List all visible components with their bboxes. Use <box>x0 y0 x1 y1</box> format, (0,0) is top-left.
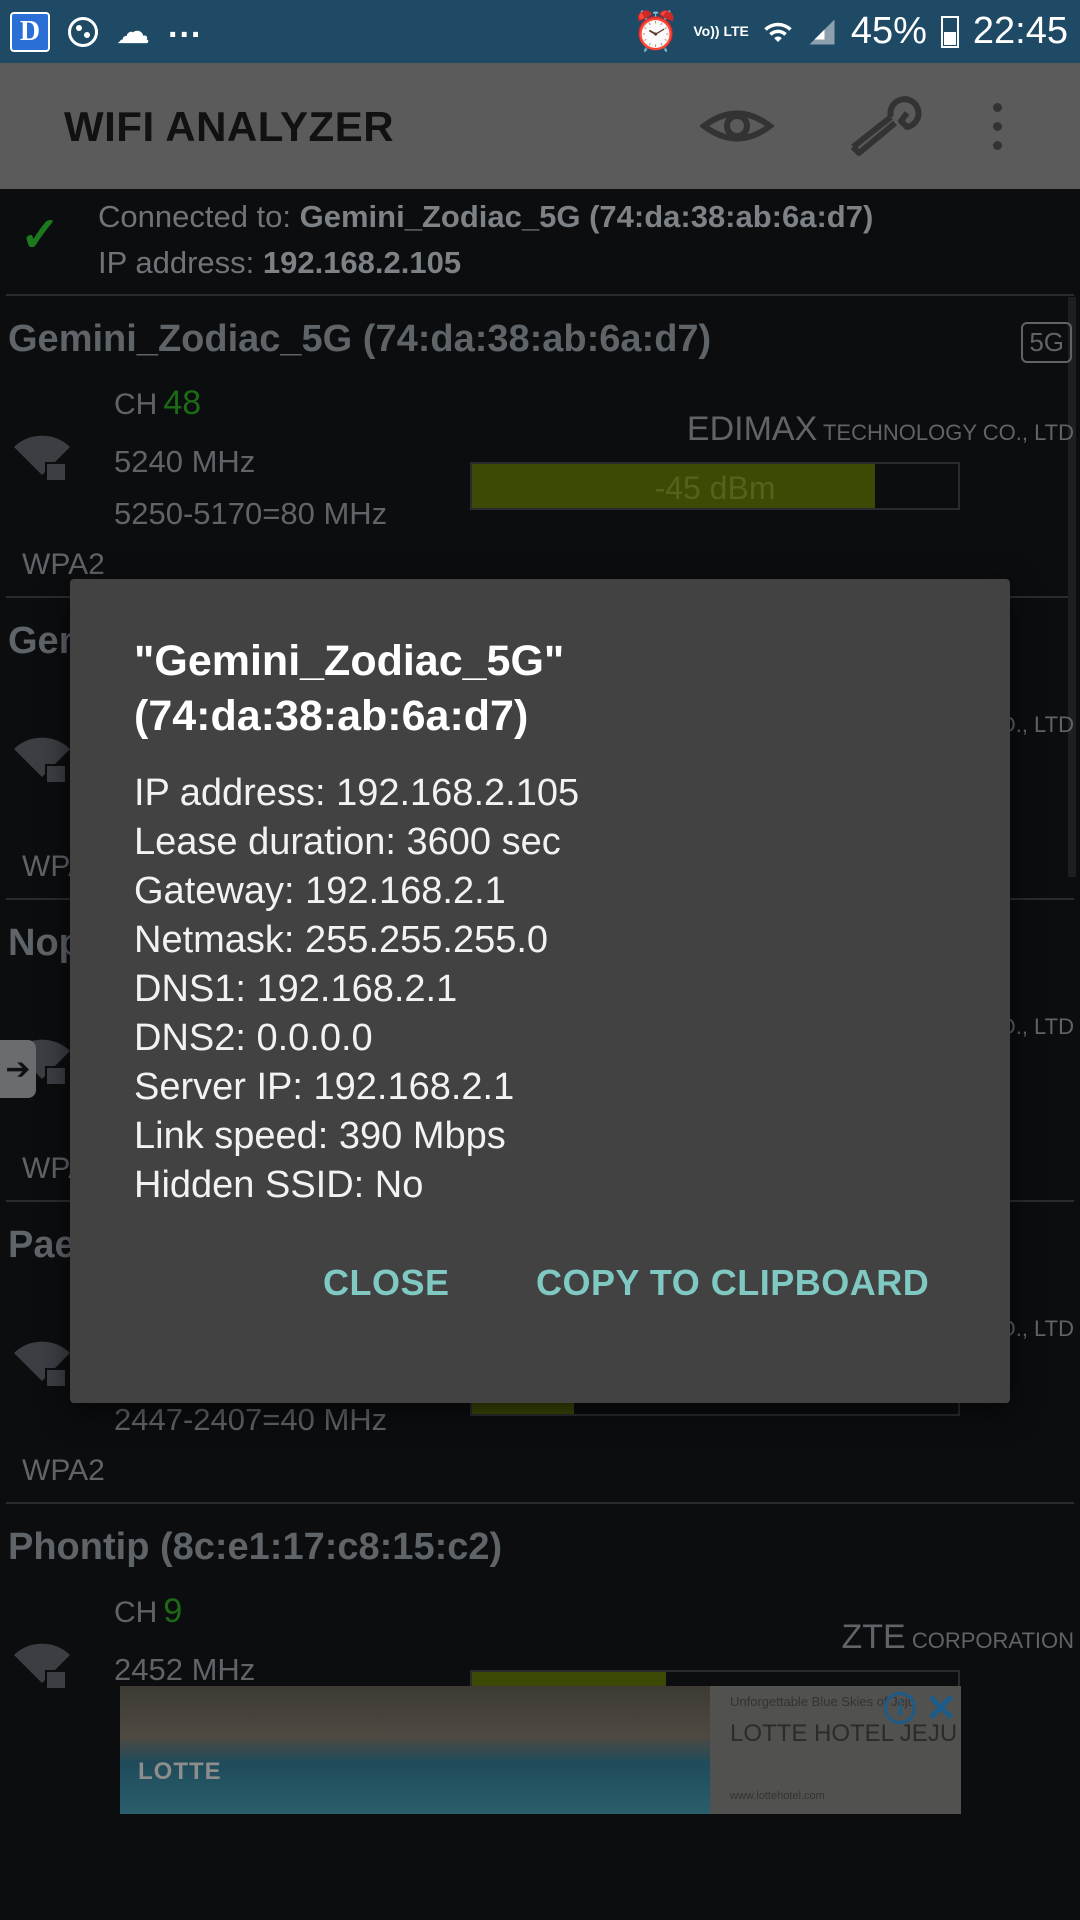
close-button[interactable]: CLOSE <box>323 1262 450 1304</box>
more-notifications: ... <box>168 7 203 45</box>
frequency: 2452 MHz <box>114 1652 256 1687</box>
security-type: WPA2 <box>22 1454 105 1487</box>
ch-label: CH <box>114 388 158 421</box>
ip-value: 192.168.2.105 <box>262 245 462 280</box>
dialog-details: IP address: 192.168.2.105 Lease duration… <box>134 769 579 1210</box>
close-icon[interactable]: ✕ <box>925 1686 957 1731</box>
connected-label: Connected to: <box>98 199 300 234</box>
ad-url: www.lottehotel.com <box>730 1790 825 1802</box>
detail-dns2: DNS2: 0.0.0.0 <box>134 1017 373 1059</box>
app-toolbar: WIFI ANALYZER <box>0 63 1080 189</box>
status-bar: D ☁ ... ⏰ Vo)) LTE 45% 22:45 <box>0 0 1080 63</box>
ap-title: Phontip (8c:e1:17:c8:15:c2) <box>8 1526 503 1568</box>
access-point-row[interactable]: Gemini_Zodiac_5G (74:da:38:ab:6a:d7) 5G … <box>0 296 1080 596</box>
volte-icon: Vo)) LTE <box>693 23 749 39</box>
detail-ip-address: IP address: 192.168.2.105 <box>134 772 580 814</box>
ad-title: LOTTE HOTEL JEJU <box>730 1720 958 1747</box>
connection-summary: ✓ Connected to: Gemini_Zodiac_5G (74:da:… <box>0 189 1080 294</box>
connected-check-icon: ✓ <box>20 209 61 262</box>
ad-hotel-image <box>120 1686 710 1814</box>
wifi-status-icon <box>764 22 792 42</box>
game-notification-icon <box>68 16 98 47</box>
wrench-icon[interactable] <box>845 93 925 159</box>
share-handle-icon[interactable]: ➔ <box>0 1040 36 1098</box>
overflow-menu-icon[interactable] <box>985 93 1009 159</box>
alarm-icon: ⏰ <box>632 10 680 53</box>
connected-ssid: Gemini_Zodiac_5G (74:da:38:ab:6a:d7) <box>299 199 874 234</box>
cloud-icon: ☁ <box>116 12 150 51</box>
clock: 22:45 <box>972 10 1068 52</box>
ip-label: IP address: <box>98 245 263 280</box>
detail-hidden-ssid: Hidden SSID: No <box>134 1164 424 1206</box>
channel-number: 48 <box>163 384 202 422</box>
ad-banner[interactable]: LOTTE Unforgettable Blue Skies of Jeju L… <box>120 1686 961 1814</box>
detail-dns1: DNS1: 192.168.2.1 <box>134 968 458 1010</box>
detail-server-ip: Server IP: 192.168.2.1 <box>134 1066 515 1108</box>
channel-number: 9 <box>163 1592 183 1630</box>
detail-gateway: Gateway: 192.168.2.1 <box>134 870 506 912</box>
detail-link-speed: Link speed: 390 Mbps <box>134 1115 506 1157</box>
detail-netmask: Netmask: 255.255.255.0 <box>134 919 549 961</box>
signal-bar: -45 dBm <box>470 462 960 510</box>
copy-to-clipboard-button[interactable]: COPY TO CLIPBOARD <box>536 1262 929 1304</box>
frequency: 5240 MHz <box>114 444 256 479</box>
detail-lease-duration: Lease duration: 3600 sec <box>134 821 561 863</box>
wifi-lock-icon <box>14 1643 70 1690</box>
connection-details-dialog: "Gemini_Zodiac_5G"(74:da:38:ab:6a:d7) IP… <box>70 579 1010 1403</box>
battery-percent: 45% <box>850 10 927 52</box>
signal-strength: -45 dBm <box>654 470 776 506</box>
cell-signal-icon <box>809 19 835 44</box>
ap-title: Pae <box>8 1224 76 1266</box>
ch-label: CH <box>114 1596 158 1629</box>
dialog-title: "Gemini_Zodiac_5G"(74:da:38:ab:6a:d7) <box>134 637 565 740</box>
ap-title: Gemini_Zodiac_5G (74:da:38:ab:6a:d7) <box>8 318 712 360</box>
eye-icon[interactable] <box>700 93 774 159</box>
vendor: EDIMAX TECHNOLOGY CO., LTD <box>686 410 1074 448</box>
app-notification-icon: D <box>10 11 50 52</box>
info-icon[interactable]: i <box>884 1692 916 1724</box>
band-badge: 5G <box>1021 322 1072 363</box>
wifi-lock-icon <box>14 1341 70 1388</box>
ad-logo: LOTTE <box>138 1758 222 1785</box>
security-type: WPA2 <box>22 548 105 581</box>
wifi-lock-icon <box>14 737 70 784</box>
app-title: WIFI ANALYZER <box>64 103 395 150</box>
battery-icon <box>940 15 959 48</box>
wifi-lock-icon <box>14 435 70 482</box>
channel-width: 2447-2407=40 MHz <box>114 1402 388 1437</box>
channel-width: 5250-5170=80 MHz <box>114 496 388 531</box>
vendor: ZTE CORPORATION <box>841 1618 1074 1656</box>
